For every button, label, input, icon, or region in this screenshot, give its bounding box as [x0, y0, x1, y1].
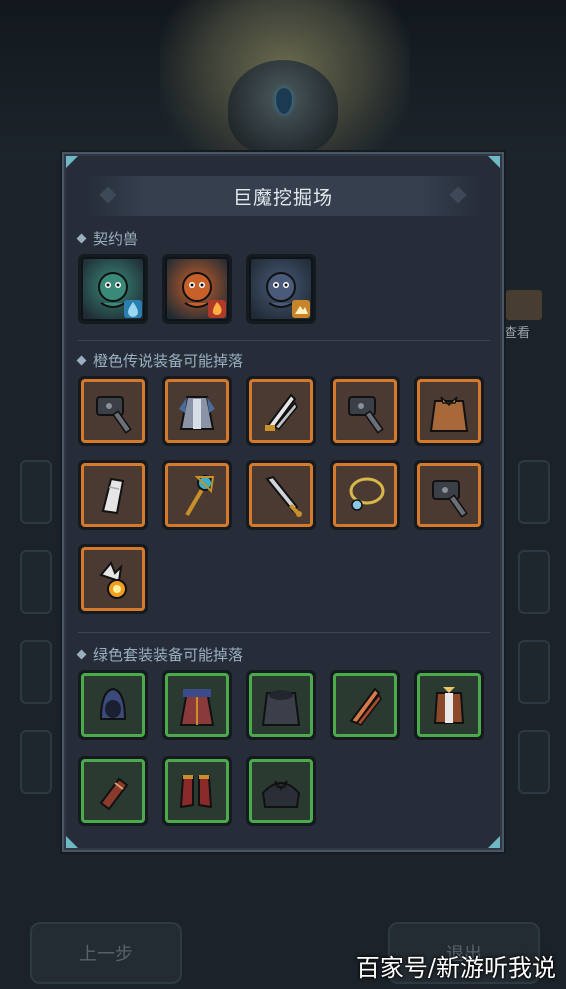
pet-slot[interactable]	[246, 254, 316, 324]
dialog-title-bar: 巨魔挖掘场	[86, 176, 480, 216]
hammer-icon	[333, 379, 397, 443]
orange-item-slot[interactable]	[330, 376, 400, 446]
bg-side-slot	[20, 730, 52, 794]
orange-item-slot[interactable]	[330, 460, 400, 530]
orange-item-slot[interactable]	[78, 544, 148, 614]
orange-item-slot[interactable]	[414, 376, 484, 446]
cloak-icon	[417, 379, 481, 443]
orange-section-label: 橙色传说装备可能掉落	[76, 350, 243, 371]
green-item-slot[interactable]	[414, 670, 484, 740]
divider	[78, 340, 490, 341]
green-item-slot[interactable]	[162, 670, 232, 740]
green-sprite-pet	[81, 257, 145, 321]
orange-item-slot[interactable]	[78, 376, 148, 446]
earth-icon	[292, 300, 310, 318]
hammer-icon	[81, 379, 145, 443]
green-item-slot[interactable]	[246, 756, 316, 826]
bracer-icon	[81, 759, 145, 823]
green-item-slot[interactable]	[78, 756, 148, 826]
bg-side-slot	[518, 730, 550, 794]
staff-icon	[165, 463, 229, 527]
robe-icon	[165, 379, 229, 443]
orange-item-slot[interactable]	[246, 460, 316, 530]
hood-icon	[81, 673, 145, 737]
blade-icon	[249, 379, 313, 443]
green-section-label: 绿色套装装备可能掉落	[76, 644, 243, 665]
hammer-icon	[417, 463, 481, 527]
watermark: 百家号/新游听我说	[355, 954, 556, 982]
corner-ornament	[66, 836, 78, 848]
bg-side-slot	[518, 460, 550, 524]
feather-blade-icon	[333, 673, 397, 737]
green-item-slot[interactable]	[246, 670, 316, 740]
fire-icon	[208, 300, 226, 318]
prev-step-button[interactable]: 上一步	[30, 922, 182, 984]
armor-icon	[417, 673, 481, 737]
orange-item-slot[interactable]	[414, 460, 484, 530]
bg-side-slot	[20, 460, 52, 524]
corner-ornament	[488, 836, 500, 848]
pets-section-label: 契约兽	[76, 228, 138, 249]
bg-side-slot	[518, 640, 550, 704]
red-robe-icon	[165, 673, 229, 737]
green-item-slot[interactable]	[78, 670, 148, 740]
corner-ornament	[488, 156, 500, 168]
bg-chest-icon	[506, 290, 542, 320]
dark-cloak-icon	[249, 673, 313, 737]
fire-rune-icon	[81, 547, 145, 611]
orange-item-slot[interactable]	[162, 460, 232, 530]
diamond-bullet-icon	[76, 355, 87, 366]
pet-slot[interactable]	[162, 254, 232, 324]
scroll-icon	[81, 463, 145, 527]
orange-item-slot[interactable]	[78, 460, 148, 530]
view-label[interactable]: 查看	[504, 322, 530, 341]
water-icon	[124, 300, 142, 318]
sword-icon	[249, 463, 313, 527]
boots-icon	[165, 759, 229, 823]
diamond-bullet-icon	[76, 233, 87, 244]
orange-item-slot[interactable]	[162, 376, 232, 446]
green-item-slot[interactable]	[162, 756, 232, 826]
bg-side-slot	[20, 550, 52, 614]
purple-cat-pet	[249, 257, 313, 321]
drop-info-dialog: 巨魔挖掘场 契约兽 橙色传说装备可能掉落 绿色套装装备可能掉落	[62, 152, 504, 852]
orange-item-slot[interactable]	[246, 376, 316, 446]
divider	[78, 632, 490, 633]
corner-ornament	[66, 156, 78, 168]
bg-side-slot	[518, 550, 550, 614]
fire-lion-pet	[165, 257, 229, 321]
pet-slot[interactable]	[78, 254, 148, 324]
dialog-title: 巨魔挖掘场	[232, 186, 333, 209]
necklace-icon	[333, 463, 397, 527]
shoulder-icon	[249, 759, 313, 823]
green-item-slot[interactable]	[330, 670, 400, 740]
bg-side-slot	[20, 640, 52, 704]
diamond-bullet-icon	[76, 649, 87, 660]
